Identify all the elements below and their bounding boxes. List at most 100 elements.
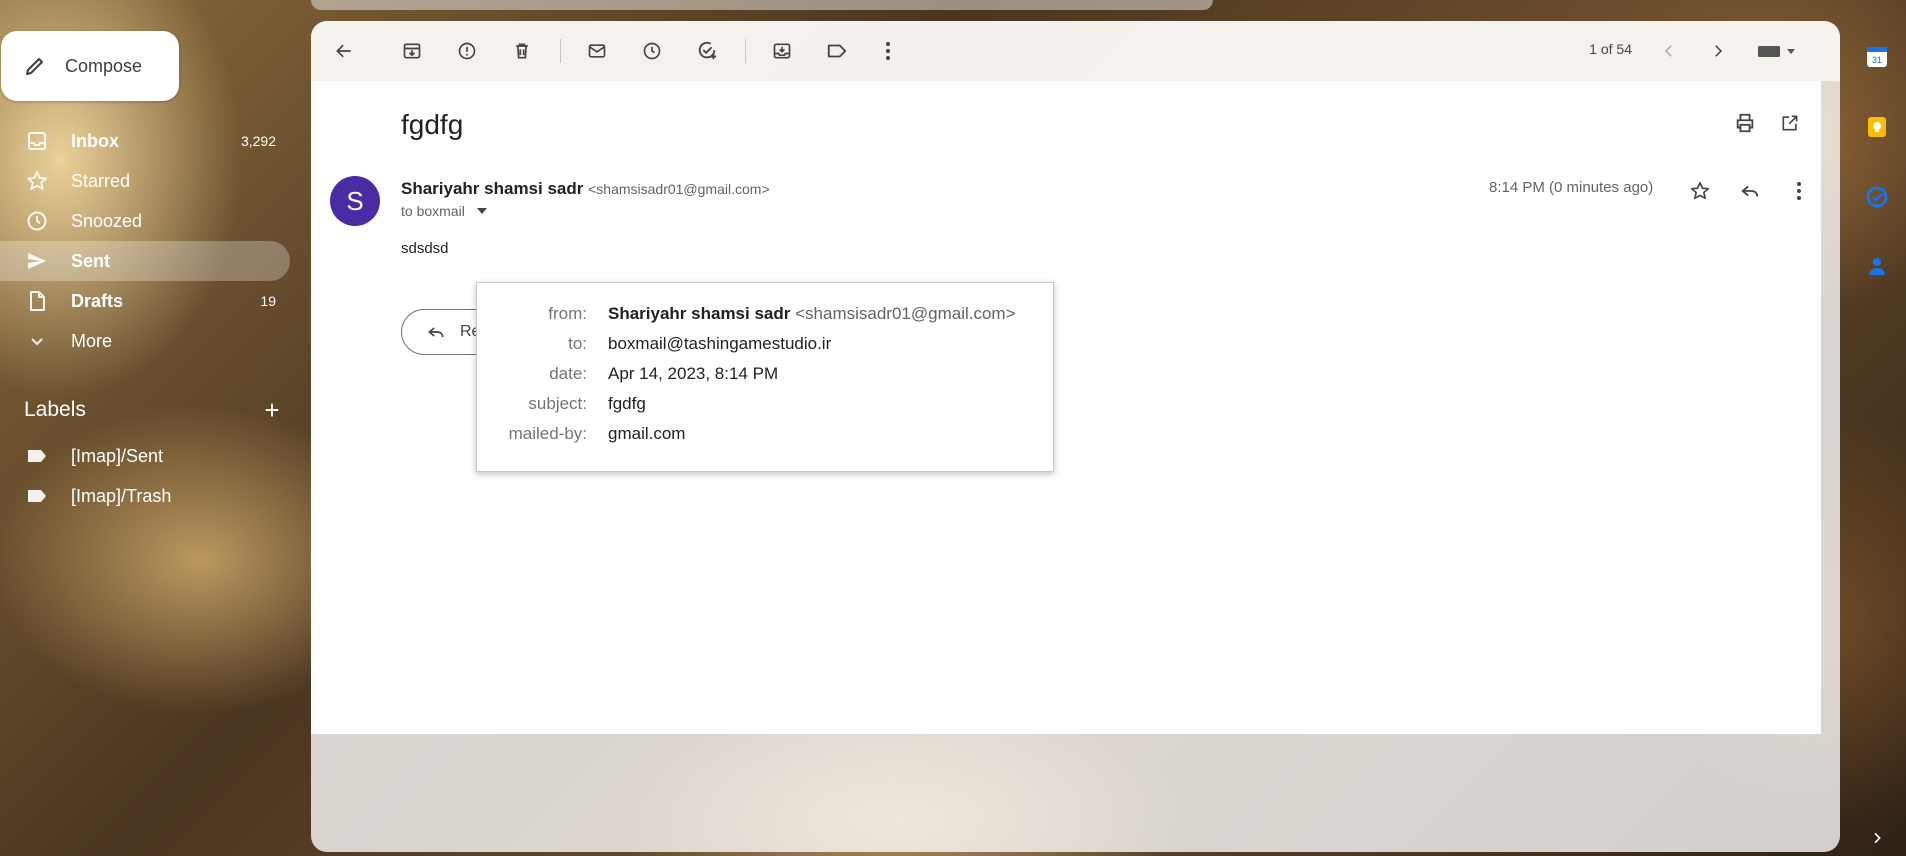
- sidebar-item-snoozed[interactable]: Snoozed: [0, 201, 290, 241]
- star-icon: [25, 169, 49, 193]
- contacts-icon: [1866, 255, 1888, 277]
- chevron-right-icon: [1709, 42, 1727, 60]
- labels-heading: Labels: [24, 398, 86, 421]
- sidebar-item-label: Drafts: [71, 290, 124, 311]
- add-task-icon: [696, 40, 718, 62]
- recipient-details-toggle[interactable]: to boxmail: [401, 203, 487, 219]
- sidebar-item-inbox[interactable]: Inbox 3,292: [0, 121, 290, 161]
- sender-email: <shamsisadr01@gmail.com>: [588, 181, 770, 197]
- details-key: mailed-by:: [508, 424, 587, 443]
- move-to-button[interactable]: [768, 37, 796, 65]
- print-button[interactable]: [1732, 110, 1758, 136]
- keep-icon: [1866, 116, 1888, 138]
- back-button[interactable]: [330, 37, 358, 65]
- message-time: 8:14 PM (0 minutes ago): [1489, 179, 1654, 196]
- delete-icon: [512, 41, 532, 61]
- reply-icon-button[interactable]: [1737, 178, 1763, 204]
- send-icon: [25, 249, 49, 273]
- message-view: fgdfg S Shariyahr shamsi sadr <shamsisad…: [311, 81, 1821, 734]
- sidebar-item-label: Starred: [71, 170, 131, 191]
- chevron-left-icon: [1660, 42, 1678, 60]
- details-from-name: Shariyahr shamsi sadr: [608, 304, 791, 323]
- print-icon: [1734, 112, 1756, 134]
- move-to-icon: [772, 41, 792, 61]
- report-spam-icon: [457, 41, 477, 61]
- add-task-button[interactable]: [693, 37, 721, 65]
- expand-panel-icon: [1869, 830, 1885, 846]
- recipient-text: to boxmail: [401, 203, 465, 219]
- sender-avatar[interactable]: S: [330, 176, 380, 226]
- open-new-window-button[interactable]: [1777, 110, 1803, 136]
- tasks-icon: [1866, 186, 1888, 208]
- compose-button[interactable]: Compose: [1, 31, 179, 101]
- pagination-text: 1 of 54: [1589, 41, 1632, 57]
- mark-unread-button[interactable]: [583, 37, 611, 65]
- label-item-text: [Imap]/Trash: [71, 485, 172, 506]
- drafts-count: 19: [260, 293, 276, 309]
- details-row-to: to: boxmail@tashingamestudio.ir: [477, 334, 1053, 358]
- label-icon: [25, 444, 49, 468]
- more-vert-icon: [1796, 181, 1802, 201]
- unread-count: 3,292: [240, 133, 276, 149]
- details-key: date:: [549, 364, 587, 383]
- details-key: to:: [568, 334, 587, 353]
- star-button[interactable]: [1687, 178, 1713, 204]
- star-icon: [1689, 180, 1711, 202]
- label-icon: [25, 484, 49, 508]
- mark-unread-icon: [587, 41, 607, 61]
- more-vert-icon: [885, 41, 891, 61]
- details-value: Shariyahr shamsi sadr <shamsisadr01@gmai…: [608, 304, 1016, 324]
- message-toolbar: 1 of 54: [311, 21, 1840, 81]
- details-row-from: from: Shariyahr shamsi sadr <shamsisadr0…: [477, 304, 1053, 328]
- details-value: gmail.com: [608, 424, 686, 443]
- sidebar-item-sent[interactable]: Sent: [0, 241, 290, 281]
- delete-button[interactable]: [508, 37, 536, 65]
- tasks-app-button[interactable]: [1864, 184, 1890, 210]
- keyboard-icon: [1757, 43, 1797, 59]
- reply-icon: [426, 322, 446, 342]
- label-icon: [826, 40, 848, 62]
- sidebar-item-more[interactable]: More: [0, 321, 290, 361]
- snooze-button[interactable]: [638, 37, 666, 65]
- calendar-day: 31: [1872, 55, 1882, 65]
- sidebar-item-starred[interactable]: Starred: [0, 161, 290, 201]
- older-button[interactable]: [1704, 37, 1732, 65]
- details-row-subject: subject: fgdfg: [477, 394, 1053, 418]
- details-row-mailed-by: mailed-by: gmail.com: [477, 424, 1053, 448]
- draft-icon: [25, 289, 49, 313]
- sidebar-item-drafts[interactable]: Drafts 19: [0, 281, 290, 321]
- details-value: fgdfg: [608, 394, 646, 413]
- calendar-app-button[interactable]: 31: [1864, 44, 1890, 70]
- message-subject: fgdfg: [401, 109, 464, 140]
- details-value: boxmail@tashingamestudio.ir: [608, 334, 832, 353]
- sidebar-item-label: More: [71, 330, 113, 351]
- newer-button[interactable]: [1655, 37, 1683, 65]
- pencil-icon: [23, 54, 47, 78]
- chevron-down-icon: [25, 329, 49, 353]
- open-in-new-icon: [1780, 113, 1800, 133]
- add-label-button[interactable]: +: [260, 395, 284, 426]
- sender-name[interactable]: Shariyahr shamsi sadr: [401, 179, 583, 198]
- contacts-app-button[interactable]: [1864, 253, 1890, 279]
- message-more-button[interactable]: [1786, 178, 1812, 204]
- search-bar-edge: [311, 0, 1213, 10]
- calendar-icon: 31: [1866, 46, 1888, 68]
- message-details-popup: from: Shariyahr shamsi sadr <shamsisadr0…: [476, 282, 1054, 472]
- clock-icon: [25, 209, 49, 233]
- sender-line: Shariyahr shamsi sadr <shamsisadr01@gmai…: [401, 179, 770, 199]
- details-value: Apr 14, 2023, 8:14 PM: [608, 364, 779, 383]
- report-spam-button[interactable]: [453, 37, 481, 65]
- label-item-imap-sent[interactable]: [Imap]/Sent: [0, 436, 290, 476]
- label-item-text: [Imap]/Sent: [71, 445, 164, 466]
- inbox-icon: [25, 129, 49, 153]
- label-item-imap-trash[interactable]: [Imap]/Trash: [0, 476, 290, 516]
- input-tools-button[interactable]: [1752, 37, 1802, 65]
- snooze-icon: [642, 41, 662, 61]
- labels-button[interactable]: [823, 37, 851, 65]
- archive-button[interactable]: [398, 37, 426, 65]
- keep-app-button[interactable]: [1864, 114, 1890, 140]
- more-actions-button[interactable]: [874, 37, 902, 65]
- caret-down-icon: [476, 208, 487, 214]
- details-key: subject:: [528, 394, 587, 413]
- expand-side-panel-button[interactable]: [1864, 825, 1890, 851]
